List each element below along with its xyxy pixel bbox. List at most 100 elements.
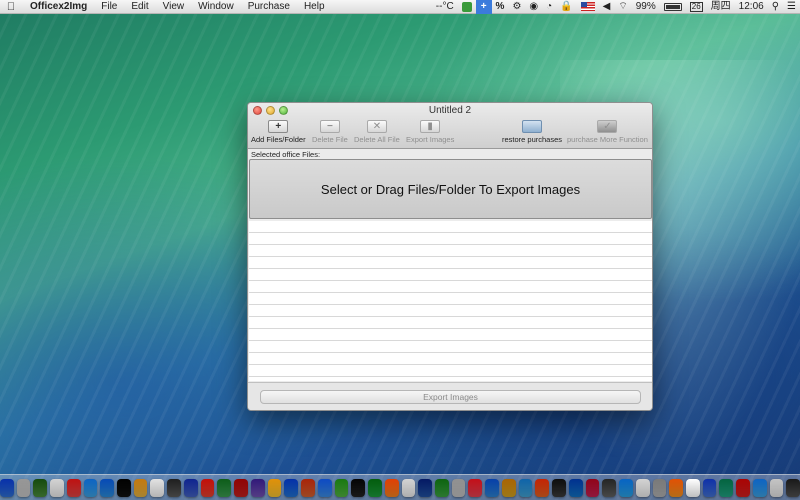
window-titlebar: Untitled 2 + Add Files/Folder − Delete F… (248, 103, 652, 149)
dock-app-icon[interactable] (66, 478, 81, 497)
menu-help[interactable]: Help (297, 0, 332, 14)
dock-app-icon[interactable] (769, 478, 784, 497)
app-status-icon[interactable] (458, 1, 476, 12)
selected-files-label: Selected office Files: (251, 150, 321, 159)
dock-app-icon[interactable] (217, 478, 232, 497)
battery-icon[interactable] (660, 2, 686, 11)
purchase-more-function-label: purchase More Function (567, 135, 648, 144)
menu-edit[interactable]: Edit (124, 0, 155, 14)
dock-app-icon[interactable] (786, 478, 800, 497)
dock-app-icon[interactable] (351, 478, 366, 497)
dock-app-icon[interactable] (685, 478, 700, 497)
flag-input-icon[interactable] (577, 2, 599, 11)
clock-time[interactable]: 12:06 (735, 0, 768, 14)
dock-app-icon[interactable] (250, 478, 265, 497)
dock-app-icon[interactable] (518, 478, 533, 497)
temperature-status[interactable]: --°C (432, 0, 458, 14)
dock-app-icon[interactable] (50, 478, 64, 497)
lock-icon[interactable]: 🔒 (556, 0, 576, 14)
dock-app-icon[interactable] (33, 478, 48, 497)
export-icon: ▮ (420, 120, 441, 133)
delete-file-label: Delete File (312, 135, 348, 144)
purchase-more-function-button[interactable]: ✓ purchase More Function (567, 120, 648, 144)
dock-app-icon[interactable] (585, 478, 600, 497)
menu-view[interactable]: View (156, 0, 192, 14)
wifi-icon[interactable]: ⌔ (614, 0, 631, 14)
date-box[interactable]: 26 (686, 1, 707, 12)
dock-app-icon[interactable] (117, 478, 131, 497)
menu-window[interactable]: Window (191, 0, 241, 14)
dock-app-icon[interactable] (317, 478, 332, 497)
dock-app-icon[interactable] (267, 478, 282, 497)
restore-purchases-label: restore purchases (502, 135, 563, 144)
export-images-button[interactable]: Export Images (260, 390, 641, 404)
dock-app-icon[interactable] (501, 478, 516, 497)
dock-app-icon[interactable] (16, 478, 31, 497)
dock-app-icon[interactable] (619, 478, 633, 497)
dock-app-icon[interactable] (301, 478, 315, 497)
dock-app-icon[interactable] (568, 478, 583, 497)
bottom-bar: Export Images (248, 382, 652, 410)
dock-app-icon[interactable] (635, 478, 650, 497)
dock-app-icon[interactable] (535, 478, 550, 497)
volume-icon[interactable]: ◀ (599, 0, 615, 14)
time-machine-icon[interactable]: ◔ (542, 0, 556, 14)
dock-app-icon[interactable] (485, 478, 499, 497)
dock-app-icon[interactable] (752, 478, 767, 497)
add-files-label: Add Files/Folder (251, 135, 306, 144)
dock-app-icon[interactable] (719, 478, 734, 497)
record-status-icon[interactable]: ◉ (525, 0, 542, 14)
dock-app-icon[interactable] (0, 478, 14, 497)
dock (0, 474, 800, 500)
dock-app-icon[interactable] (418, 478, 432, 497)
delete-all-file-button[interactable]: ✕ Delete All File (354, 120, 400, 144)
dock-app-icon[interactable] (284, 478, 299, 497)
drop-zone-button[interactable]: Select or Drag Files/Folder To Export Im… (249, 159, 652, 219)
dock-app-icon[interactable] (434, 478, 449, 497)
dock-app-icon[interactable] (602, 478, 617, 497)
dock-app-icon[interactable] (334, 478, 349, 497)
window-title: Untitled 2 (428, 105, 472, 116)
dock-app-icon[interactable] (83, 478, 98, 497)
dock-app-icon[interactable] (736, 478, 750, 497)
dock-app-icon[interactable] (451, 478, 466, 497)
menu-bar:  Officex2Img File Edit View Window Purc… (0, 0, 800, 14)
apple-menu-icon[interactable]:  (0, 1, 22, 13)
dock-app-icon[interactable] (552, 478, 566, 497)
dock-app-icon[interactable] (368, 478, 382, 497)
battery-percent[interactable]: 99% (632, 0, 660, 14)
export-images-toolbar-button[interactable]: ▮ Export Images (406, 120, 454, 144)
delete-file-button[interactable]: − Delete File (312, 120, 348, 144)
percent-status[interactable]: % (492, 0, 509, 14)
menu-file[interactable]: File (94, 0, 124, 14)
dock-app-icon[interactable] (468, 478, 483, 497)
dock-app-icon[interactable] (652, 478, 667, 497)
plus-status-icon[interactable]: + (475, 0, 492, 14)
weekday-label[interactable]: 周四 (707, 0, 735, 14)
dock-app-icon[interactable] (401, 478, 416, 497)
add-files-button[interactable]: + Add Files/Folder (251, 120, 306, 144)
dock-app-icon[interactable] (669, 478, 683, 497)
dock-app-icon[interactable] (200, 478, 215, 497)
dock-app-icon[interactable] (167, 478, 181, 497)
dock-app-icon[interactable] (384, 478, 399, 497)
gear-status-icon[interactable]: ⚙ (508, 0, 525, 14)
restore-purchases-button[interactable]: restore purchases (502, 120, 562, 144)
plus-icon: + (268, 120, 289, 133)
date-box-text: 26 (689, 1, 703, 12)
dock-app-icon[interactable] (100, 478, 115, 497)
app-window: Untitled 2 + Add Files/Folder − Delete F… (247, 102, 653, 411)
drop-zone-text: Select or Drag Files/Folder To Export Im… (320, 181, 581, 197)
dock-app-icon[interactable] (183, 478, 198, 497)
status-area: --°C + % ⚙ ◉ ◔ 🔒 ◀ ⌔ 99% 26 周四 12:06 ⚲ ☰ (432, 0, 800, 14)
spotlight-search-icon[interactable]: ⚲ (768, 0, 783, 14)
dock-app-icon[interactable] (133, 478, 148, 497)
notification-list-icon[interactable]: ☰ (783, 0, 800, 14)
file-list[interactable] (249, 221, 652, 381)
x-icon: ✕ (366, 120, 387, 133)
dock-app-icon[interactable] (150, 478, 165, 497)
menu-app-name[interactable]: Officex2Img (22, 0, 94, 14)
dock-app-icon[interactable] (702, 478, 717, 497)
menu-purchase[interactable]: Purchase (241, 0, 297, 14)
dock-app-icon[interactable] (234, 478, 248, 497)
